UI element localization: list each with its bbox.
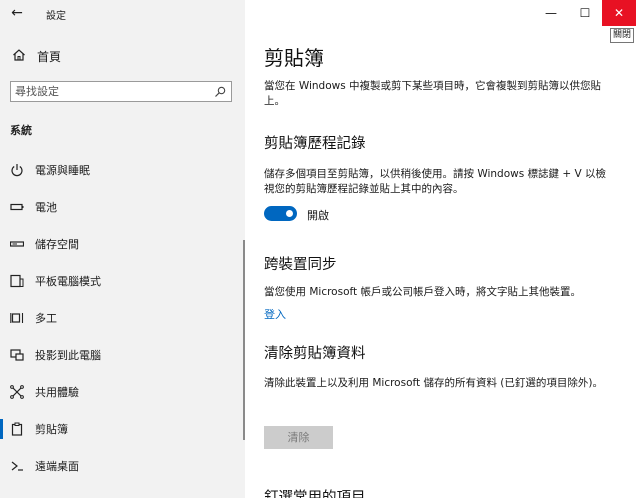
maximize-icon: ☐	[579, 6, 591, 20]
shared-experiences-icon	[10, 385, 24, 399]
sidebar-item-label: 電源與睡眠	[35, 164, 90, 177]
sidebar-item-label: 儲存空間	[35, 238, 79, 251]
sidebar-item-shared-experiences[interactable]: 共用體驗	[0, 379, 245, 405]
sidebar-item-label: 共用體驗	[35, 386, 79, 399]
sidebar-item-label: 多工	[35, 312, 57, 325]
close-icon: ✕	[613, 6, 625, 20]
pinned-heading: 釘選常用的項目	[264, 490, 366, 498]
sidebar-item-home[interactable]: 首頁	[0, 45, 245, 67]
intro-text: 當您在 Windows 中複製或剪下某些項目時，它會複製到剪貼簿以供您貼上。	[264, 80, 602, 107]
section-title: 系統	[10, 124, 32, 137]
projecting-icon	[10, 349, 24, 361]
minimize-button[interactable]: —	[534, 0, 568, 26]
sidebar-item-tablet-mode[interactable]: 平板電腦模式	[0, 268, 245, 294]
main-panel: — ☐ ✕ 關閉 剪貼簿 當您在 Windows 中複製或剪下某些項目時，它會複…	[245, 0, 636, 498]
remote-desktop-icon	[11, 461, 23, 471]
close-tooltip: 關閉	[609, 28, 634, 43]
sidebar: ← 設定 首頁 系統 電源與睡眠 電池	[0, 0, 245, 498]
clipboard-history-toggle[interactable]	[264, 206, 297, 221]
sidebar-item-label: 首頁	[37, 50, 62, 64]
sidebar-item-remote-desktop[interactable]: 遠端桌面	[0, 453, 245, 479]
sidebar-item-battery[interactable]: 電池	[0, 194, 245, 220]
search-box[interactable]	[10, 81, 232, 102]
clipboard-icon	[11, 422, 23, 436]
minimize-icon: —	[545, 6, 557, 20]
search-icon[interactable]	[214, 86, 226, 98]
sidebar-item-storage[interactable]: 儲存空間	[0, 231, 245, 257]
sidebar-item-clipboard[interactable]: 剪貼簿	[0, 416, 245, 442]
maximize-button[interactable]: ☐	[568, 0, 602, 26]
power-icon	[11, 164, 23, 177]
toggle-state-label: 開啟	[307, 209, 329, 222]
window-controls: — ☐ ✕	[536, 0, 636, 28]
sync-description: 當您使用 Microsoft 帳戶或公司帳戶登入時，將文字貼上其他裝置。	[264, 286, 581, 298]
sidebar-item-projecting[interactable]: 投影到此電腦	[0, 342, 245, 368]
page-title: 剪貼簿	[264, 46, 324, 70]
history-description: 儲存多個項目至剪貼簿，以供稍後使用。請按 Windows 標誌鍵 + V 以檢視…	[264, 168, 607, 195]
sync-heading: 跨裝置同步	[264, 257, 337, 273]
sidebar-item-label: 平板電腦模式	[35, 275, 101, 288]
back-button[interactable]: ←	[6, 3, 28, 23]
battery-icon	[10, 203, 24, 211]
multitasking-icon	[10, 313, 24, 323]
sidebar-item-label: 剪貼簿	[35, 423, 68, 436]
history-heading: 剪貼簿歷程記錄	[264, 136, 366, 152]
storage-icon	[10, 241, 24, 247]
search-input[interactable]	[15, 84, 205, 99]
clear-button[interactable]: 清除	[264, 426, 333, 449]
sidebar-item-label: 遠端桌面	[35, 460, 79, 473]
back-arrow-icon: ←	[11, 5, 23, 21]
home-icon	[13, 49, 25, 61]
sign-in-link[interactable]: 登入	[264, 306, 286, 322]
clear-heading: 清除剪貼簿資料	[264, 346, 366, 362]
title-bar: ← 設定	[0, 0, 245, 28]
app-title: 設定	[46, 11, 66, 22]
clear-description: 清除此裝置上以及利用 Microsoft 儲存的所有資料 (已釘選的項目除外)。	[264, 377, 603, 389]
sidebar-item-label: 電池	[35, 201, 57, 214]
close-button[interactable]: ✕	[602, 0, 636, 26]
sidebar-item-multitasking[interactable]: 多工	[0, 305, 245, 331]
sidebar-item-power-sleep[interactable]: 電源與睡眠	[0, 157, 245, 183]
tablet-mode-icon	[10, 274, 24, 288]
sidebar-item-label: 投影到此電腦	[35, 349, 101, 362]
